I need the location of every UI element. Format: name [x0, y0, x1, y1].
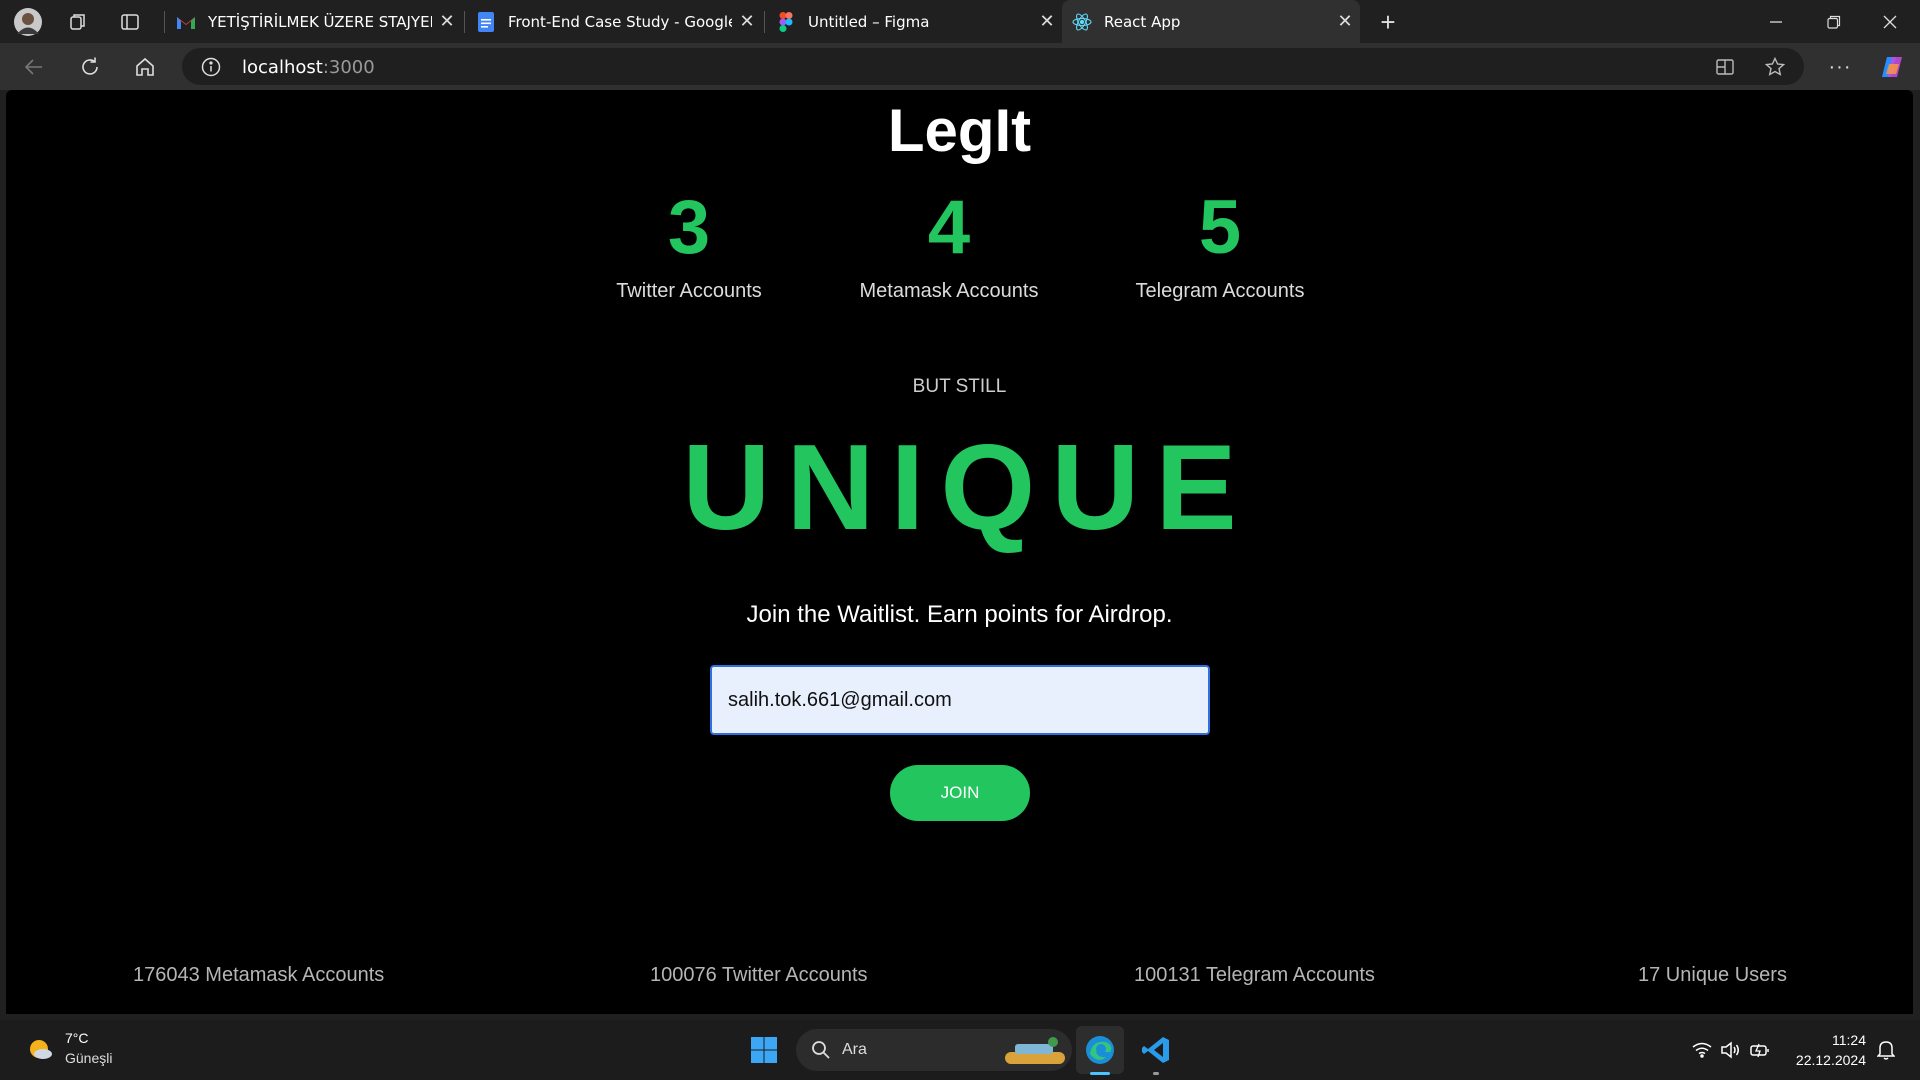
- taskbar-search[interactable]: Ara: [796, 1029, 1072, 1071]
- weather-temperature[interactable]: 7°C: [65, 1030, 89, 1046]
- tab-title: YETİŞTİRİLMEK ÜZERE STAJYER - salih: [208, 12, 432, 31]
- workspaces-icon[interactable]: [64, 8, 92, 36]
- stat-label: Twitter Accounts: [616, 280, 762, 302]
- refresh-icon[interactable]: [74, 51, 106, 83]
- windows-start-icon[interactable]: [746, 1032, 782, 1068]
- edge-browser-icon[interactable]: [1076, 1026, 1124, 1074]
- clock-date[interactable]: 22.12.2024: [1780, 1052, 1866, 1068]
- figma-icon: [776, 11, 796, 32]
- page-title: LegIt: [887, 97, 1032, 164]
- back-icon[interactable]: [18, 51, 50, 83]
- footer-twitter-count: 100076 Twitter Accounts: [650, 964, 868, 986]
- google-docs-icon: [476, 11, 496, 32]
- taskbar: 7°C Güneşli Ara 11:24 22.12.2024: [0, 1020, 1920, 1080]
- tab-title: React App: [1104, 12, 1181, 31]
- close-tab-icon[interactable]: ✕: [1330, 11, 1360, 32]
- close-tab-icon[interactable]: ✕: [432, 11, 462, 32]
- new-tab-icon[interactable]: +: [1372, 6, 1404, 38]
- tab-react-app[interactable]: React App ✕: [1062, 0, 1360, 43]
- edge-active-indicator: [1090, 1072, 1110, 1075]
- stat-label: Metamask Accounts: [859, 280, 1039, 302]
- tab-figma[interactable]: Untitled – Figma ✕: [766, 0, 1062, 43]
- restore-icon[interactable]: [1814, 6, 1854, 38]
- browser-toolbar: localhost:3000 ···: [0, 43, 1920, 90]
- stat-metamask: 4 Metamask Accounts: [819, 190, 1079, 303]
- vertical-tabs-icon[interactable]: [116, 8, 144, 36]
- profile-avatar[interactable]: [12, 6, 44, 38]
- tab-separator: [764, 11, 765, 33]
- url-port: :3000: [322, 57, 375, 78]
- close-window-icon[interactable]: [1870, 6, 1910, 38]
- weather-description[interactable]: Güneşli: [65, 1050, 112, 1066]
- search-placeholder: Ara: [842, 1041, 867, 1058]
- close-tab-icon[interactable]: ✕: [732, 11, 762, 32]
- tab-separator: [464, 11, 465, 33]
- join-button[interactable]: JOIN: [890, 765, 1030, 821]
- react-icon: [1072, 12, 1092, 32]
- volume-icon[interactable]: [1718, 1038, 1742, 1062]
- battery-icon[interactable]: [1748, 1038, 1772, 1062]
- page-viewport: LegIt 3 Twitter Accounts 4 Metamask Acco…: [6, 90, 1913, 1014]
- tab-title: Untitled – Figma: [808, 12, 930, 31]
- tab-gmail[interactable]: YETİŞTİRİLMEK ÜZERE STAJYER - salih ✕: [166, 0, 462, 43]
- address-bar[interactable]: localhost:3000: [182, 48, 1804, 85]
- footer-telegram-count: 100131 Telegram Accounts: [1134, 964, 1375, 986]
- wifi-icon[interactable]: [1690, 1038, 1714, 1062]
- but-still-text: BUT STILL: [912, 376, 1007, 397]
- clock-time[interactable]: 11:24: [1780, 1032, 1866, 1048]
- home-icon[interactable]: [129, 51, 161, 83]
- email-input[interactable]: [710, 665, 1210, 735]
- stat-value: 4: [927, 185, 971, 270]
- copilot-icon[interactable]: [1876, 51, 1908, 83]
- unique-heading: UNIQUE: [682, 419, 1253, 555]
- favorite-star-icon[interactable]: [1764, 56, 1786, 78]
- more-options-icon[interactable]: ···: [1824, 51, 1856, 83]
- tab-title: Front-End Case Study - Google Docs: [508, 12, 732, 31]
- stat-value: 3: [667, 185, 711, 270]
- gmail-icon: [176, 12, 196, 32]
- notification-bell-icon[interactable]: [1874, 1038, 1898, 1062]
- split-screen-icon[interactable]: [1714, 56, 1736, 78]
- vscode-running-indicator: [1153, 1072, 1159, 1075]
- stat-value: 5: [1198, 185, 1242, 270]
- stat-twitter: 3 Twitter Accounts: [559, 190, 819, 303]
- tab-strip: YETİŞTİRİLMEK ÜZERE STAJYER - salih ✕ Fr…: [0, 0, 1920, 43]
- url-host: localhost: [242, 57, 323, 78]
- waitlist-tagline: Join the Waitlist. Earn points for Airdr…: [746, 601, 1173, 628]
- stat-label: Telegram Accounts: [1135, 280, 1305, 302]
- tab-google-docs[interactable]: Front-End Case Study - Google Docs ✕: [466, 0, 762, 43]
- footer-metamask-count: 176043 Metamask Accounts: [133, 964, 385, 986]
- search-highlight-icon: [1004, 1033, 1066, 1067]
- vscode-icon[interactable]: [1134, 1028, 1178, 1072]
- search-icon: [810, 1039, 832, 1061]
- close-tab-icon[interactable]: ✕: [1032, 11, 1062, 32]
- tab-separator: [164, 11, 165, 33]
- weather-sun-icon[interactable]: [24, 1034, 56, 1066]
- url-text: localhost:3000: [242, 57, 375, 78]
- site-info-icon[interactable]: [200, 56, 222, 78]
- minimize-icon[interactable]: [1756, 6, 1796, 38]
- stat-telegram: 5 Telegram Accounts: [1090, 190, 1350, 303]
- footer-unique-users: 17 Unique Users: [1638, 964, 1787, 986]
